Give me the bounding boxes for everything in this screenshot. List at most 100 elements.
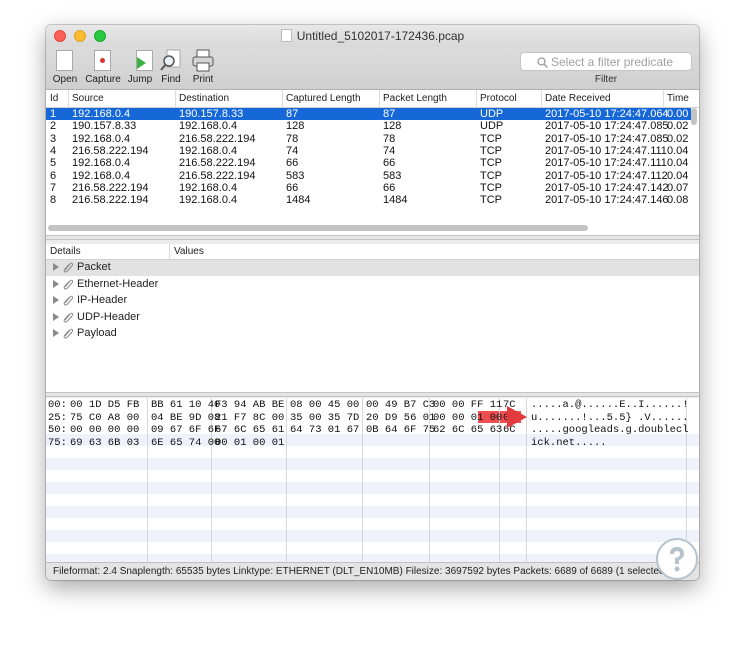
packet-cell: TCP (480, 132, 502, 145)
split-divider[interactable] (46, 392, 699, 397)
packet-cell: 2017-05-10 17:24:47.085 (545, 120, 669, 133)
jump-button[interactable]: Jump (126, 49, 154, 85)
hex-bytes: 00 00 00 00 (70, 424, 140, 436)
hex-bytes: 00 00 01 00 (433, 411, 503, 424)
packet-row[interactable]: 3 192.168.0.4 216.58.222.194 78 78 TCP 2017-05… (46, 133, 691, 145)
hex-line[interactable]: 75: 69 63 6B 03 6E 65 74 00 00 01 00 01 ick.… (46, 437, 699, 449)
hex-bytes: 00 49 B7 C3 (366, 399, 436, 411)
detail-row[interactable]: Packet (46, 260, 699, 276)
packet-cell: 216.58.222.194 (72, 144, 149, 157)
packet-cell: 0.02 (667, 132, 689, 145)
hex-bytes: 64 73 01 67 (290, 424, 360, 436)
packet-cell: UDP (480, 120, 504, 133)
packet-cell: 216.58.222.194 (179, 132, 256, 145)
disclosure-triangle-icon[interactable] (53, 263, 59, 271)
detail-row[interactable]: Payload (46, 326, 699, 342)
packet-cell: 78 (286, 132, 299, 145)
packet-cell: 192.168.0.4 (72, 157, 131, 170)
packet-cell: 0.04 (667, 144, 689, 157)
hex-line[interactable]: 50: 00 00 00 00 09 67 6F 6F 67 6C 65 61 64 7… (46, 424, 699, 436)
hex-offset: 25: (48, 411, 67, 424)
packet-cell: 190.157.8.33 (179, 108, 244, 120)
col-details[interactable]: Details (50, 246, 81, 257)
packet-cell: 583 (286, 169, 305, 182)
split-divider[interactable] (46, 235, 699, 240)
open-button[interactable]: Open (52, 49, 78, 85)
hex-ascii: ick.net..... (531, 436, 607, 449)
col-packet-length[interactable]: Packet Length (383, 93, 447, 104)
disclosure-triangle-icon[interactable] (53, 329, 59, 337)
filter-placeholder: Select a filter predicate (551, 55, 674, 69)
details-outline: Details Values Packet Ethernet-Header IP-H… (46, 244, 699, 392)
hex-bytes: 35 00 35 7D (290, 411, 360, 424)
packet-cell: 192.168.0.4 (179, 181, 238, 194)
hex-bytes: 0B 64 6F 75 (366, 424, 436, 436)
hex-bytes: 62 6C 65 63 (433, 424, 503, 436)
toolbar: Open Capture Jump Find Print Select a fi… (46, 47, 699, 90)
disclosure-triangle-icon[interactable] (53, 296, 59, 304)
hex-bytes: 20 D9 56 01 (366, 411, 436, 424)
jump-icon (128, 49, 153, 73)
packet-row[interactable]: 7 216.58.222.194 192.168.0.4 66 66 TCP 2017-05… (46, 182, 691, 194)
packet-cell: 0.02 (667, 120, 689, 133)
packet-cell: 1484 (286, 194, 311, 207)
packet-cell: 192.168.0.4 (72, 108, 131, 120)
packet-cell: 66 (286, 157, 299, 170)
vertical-scrollbar[interactable] (691, 108, 697, 125)
packet-cell: 2 (50, 120, 57, 133)
col-values[interactable]: Values (174, 246, 204, 257)
col-time[interactable]: Time (667, 93, 689, 104)
horizontal-scrollbar[interactable] (48, 225, 588, 231)
disclosure-triangle-icon[interactable] (53, 312, 59, 321)
packet-row[interactable]: 6 192.168.0.4 216.58.222.194 583 583 TCP 2017-… (46, 170, 691, 182)
detail-row[interactable]: IP-Header (46, 293, 699, 309)
packet-cell: 66 (286, 181, 299, 194)
title-bar[interactable]: Untitled_5102017-172436.pcap (46, 25, 699, 47)
packet-cell: 2017-05-10 17:24:47.111 (545, 157, 667, 170)
col-protocol[interactable]: Protocol (480, 93, 517, 104)
packet-cell: 0.00 (667, 108, 689, 120)
packet-cell: 192.168.0.4 (179, 194, 238, 207)
capture-button[interactable]: Capture (84, 49, 122, 85)
packet-cell: 2017-05-10 17:24:47.064 (545, 108, 669, 120)
packet-row[interactable]: 1 192.168.0.4 190.157.8.33 87 87 UDP 2017-05-1… (46, 108, 691, 120)
hex-line[interactable]: 00: 00 1D D5 FB BB 61 10 40 F3 94 AB BE 08 0… (46, 399, 699, 411)
detail-label: Packet (77, 261, 111, 273)
packet-cell: 216.58.222.194 (179, 169, 256, 182)
packet-cell: 2017-05-10 17:24:47.112 (545, 169, 668, 182)
paperclip-icon (63, 312, 74, 322)
packet-row[interactable]: 5 192.168.0.4 216.58.222.194 66 66 TCP 2017-05… (46, 157, 691, 169)
hex-bytes: 09 67 6F 6F (151, 424, 221, 436)
paperclip-icon (63, 328, 74, 339)
filter-search-field[interactable]: Select a filter predicate (520, 52, 692, 71)
capture-icon (91, 49, 115, 73)
print-button[interactable]: Print (190, 49, 216, 85)
col-destination[interactable]: Destination (179, 93, 229, 104)
magnifier-icon (160, 49, 184, 73)
packet-row[interactable]: 4 216.58.222.194 192.168.0.4 74 74 TCP 2017-05… (46, 145, 691, 157)
col-captured-length[interactable]: Captured Length (286, 93, 361, 104)
col-id[interactable]: Id (50, 93, 58, 104)
packet-cell: 128 (286, 120, 305, 133)
packet-cell: 192.168.0.4 (179, 144, 238, 157)
detail-row[interactable]: UDP-Header (46, 310, 699, 326)
col-source[interactable]: Source (72, 93, 104, 104)
detail-label: UDP-Header (77, 310, 140, 323)
paperclip-icon (63, 262, 74, 273)
packet-cell: 192.168.0.4 (179, 120, 238, 133)
hex-bytes: 04 BE 9D 08 (151, 411, 221, 424)
packet-cell: 0.04 (667, 157, 689, 170)
packet-cell: 216.58.222.194 (72, 181, 149, 194)
disclosure-triangle-icon[interactable] (53, 279, 59, 288)
hex-dump-view[interactable]: 00: 00 1D D5 FB BB 61 10 40 F3 94 AB BE 08 0… (46, 398, 699, 566)
hex-offset: 50: (48, 424, 67, 436)
detail-row[interactable]: Ethernet-Header (46, 277, 699, 293)
packet-row[interactable]: 2 190.157.8.33 192.168.0.4 128 128 UDP 2017-05… (46, 120, 691, 132)
packet-row[interactable]: 8 216.58.222.194 192.168.0.4 1484 1484 TCP 201… (46, 194, 691, 206)
packet-cell: 87 (383, 108, 396, 120)
packet-cell: 2017-05-10 17:24:47.111 (545, 144, 667, 157)
col-date-received[interactable]: Date Received (545, 93, 611, 104)
hex-line[interactable]: 25: 75 C0 A8 00 04 BE 9D 08 21 F7 8C 00 35 0… (46, 412, 699, 424)
packet-cell: TCP (480, 144, 502, 157)
find-button[interactable]: Find (160, 49, 182, 85)
